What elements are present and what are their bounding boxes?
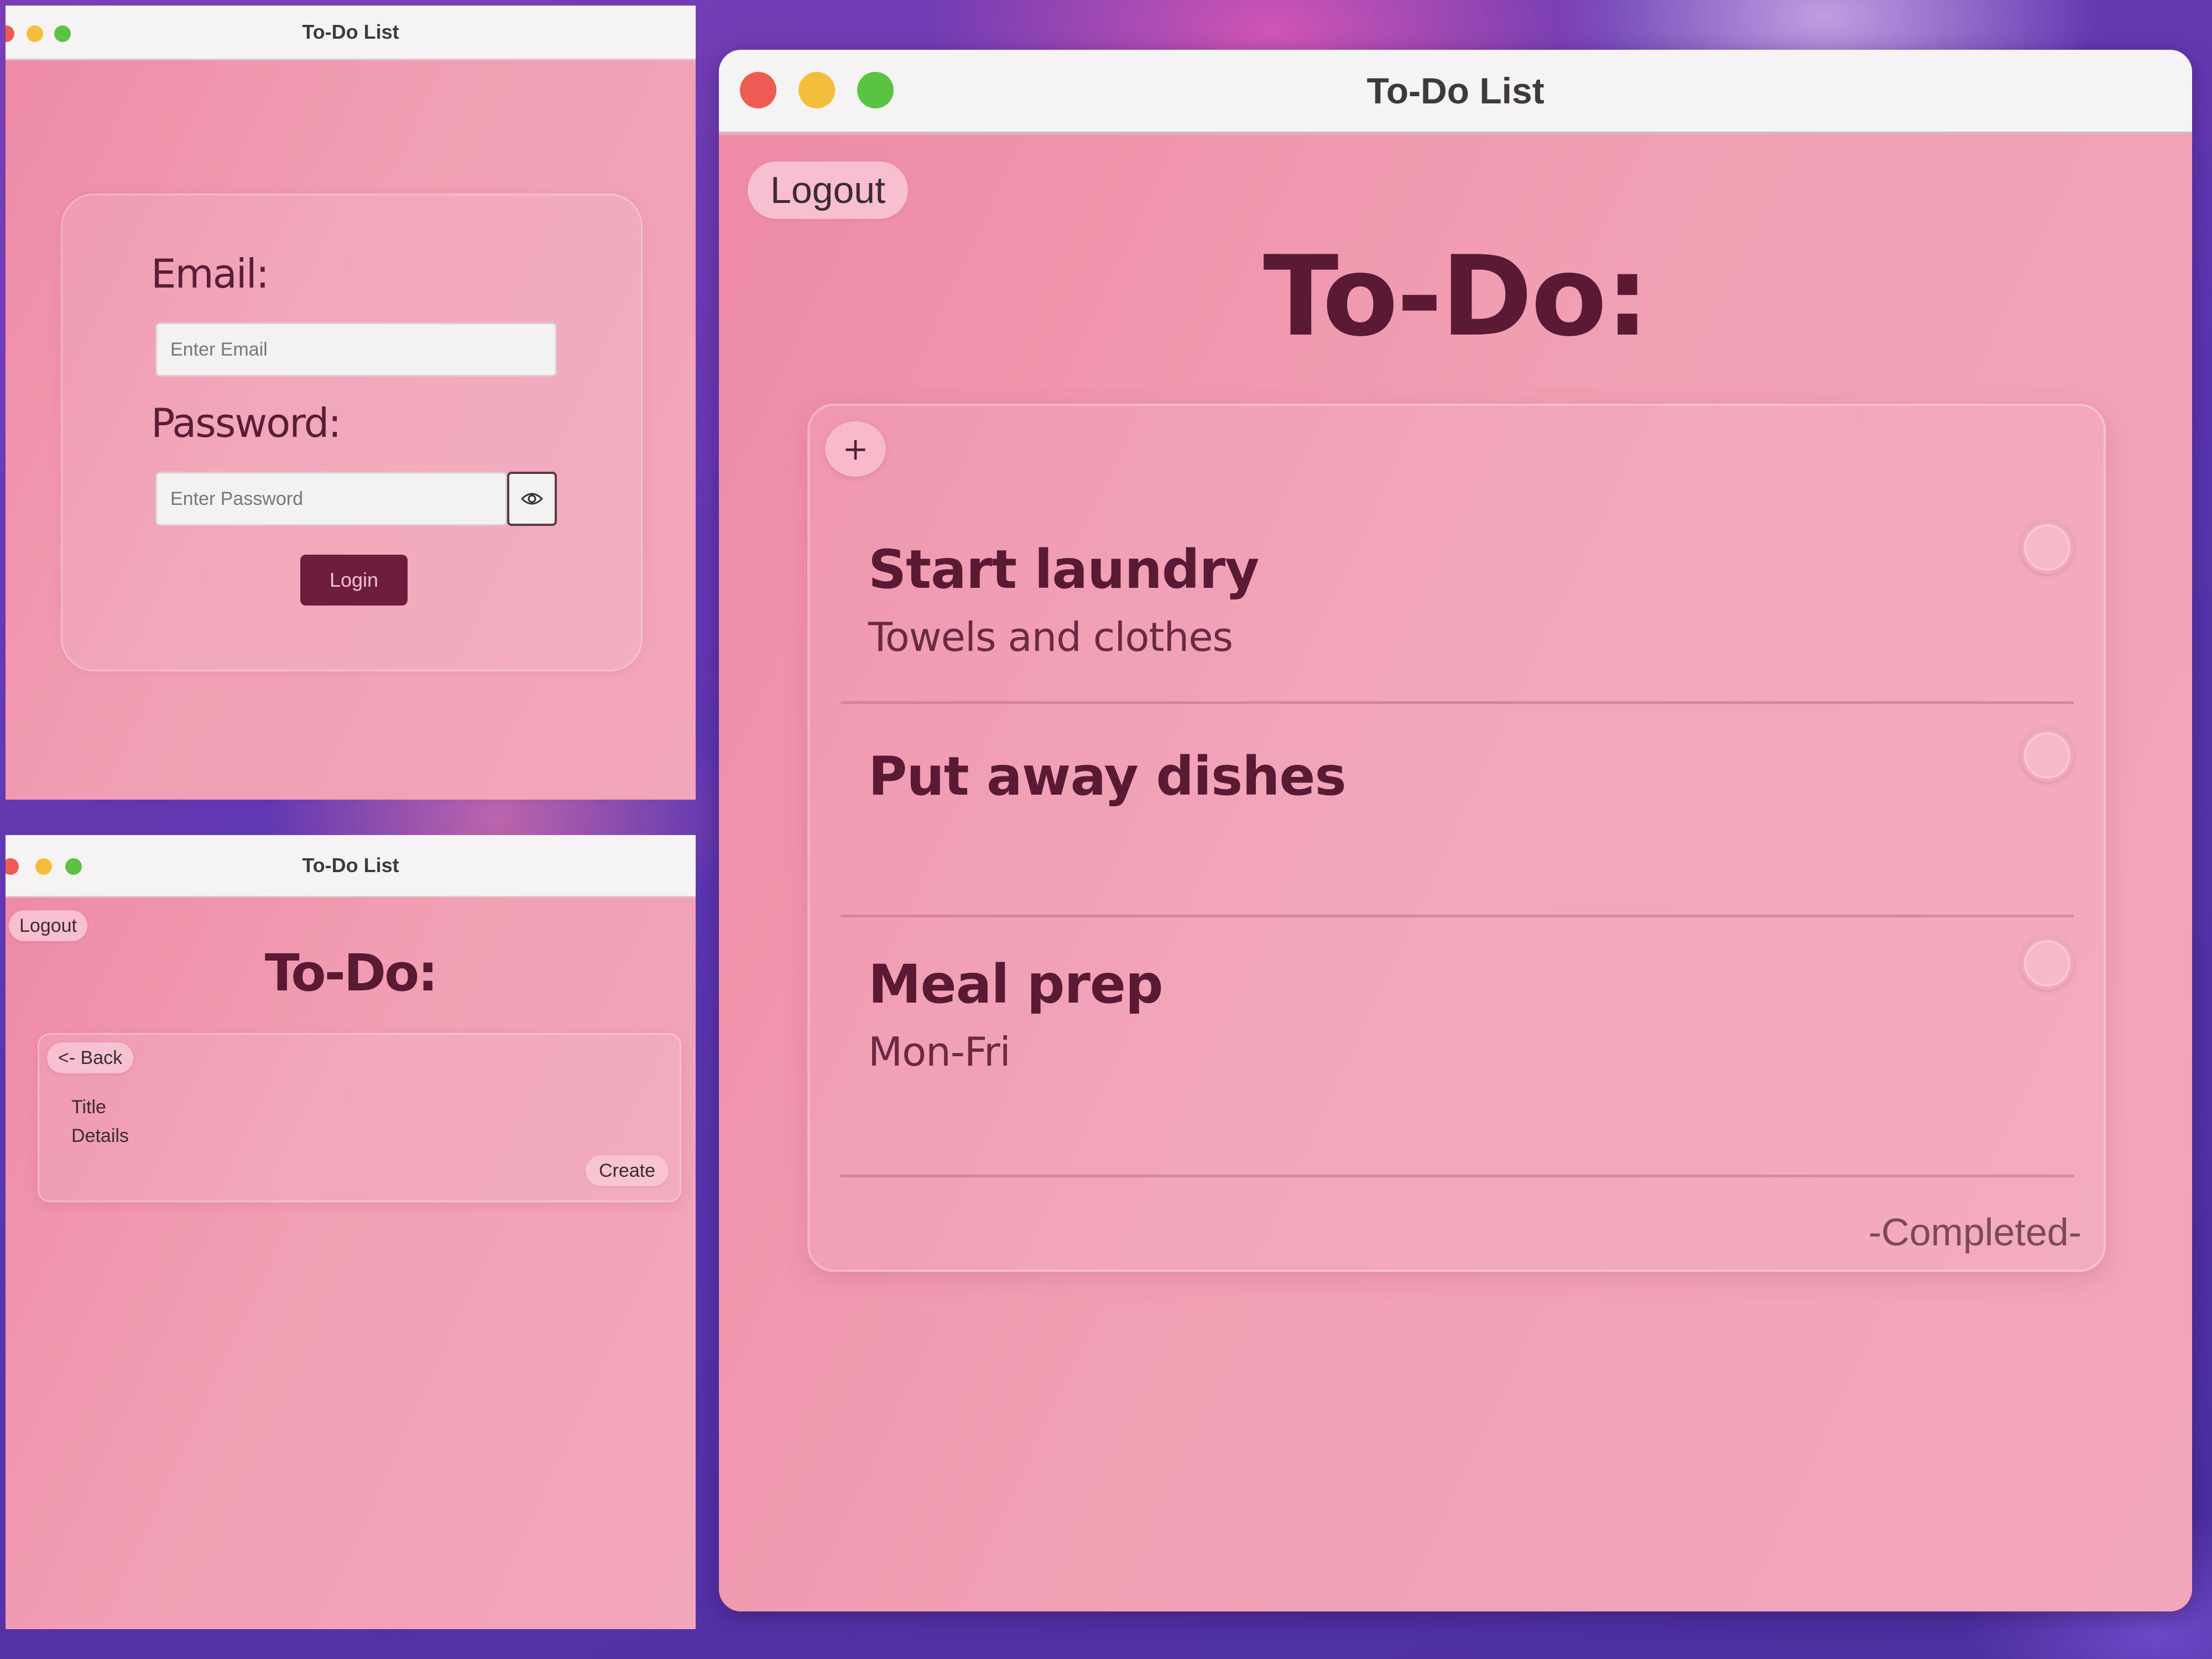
- page-title: To-Do:: [1263, 232, 1650, 361]
- close-window-button[interactable]: [6, 858, 19, 875]
- titlebar: To-Do List: [6, 835, 696, 898]
- completed-section-link[interactable]: -Completed-: [1869, 1210, 2081, 1254]
- zoom-window-button[interactable]: [54, 25, 71, 42]
- task-details: Towels and clothes: [868, 614, 1233, 660]
- titlebar: To-Do List: [719, 50, 2192, 135]
- list-item: Put away dishes: [841, 710, 2074, 920]
- list-item: Start laundry Towels and clothes: [841, 489, 2074, 710]
- zoom-window-button[interactable]: [65, 858, 82, 875]
- divider: [841, 1175, 2074, 1177]
- details-field[interactable]: Details: [71, 1125, 129, 1147]
- email-label: Email:: [151, 251, 269, 297]
- login-form: Email: Enter Email Password: Enter Passw…: [61, 194, 643, 671]
- task-details: Mon-Fri: [868, 1029, 1011, 1075]
- divider: [841, 701, 2074, 704]
- email-field[interactable]: Enter Email: [155, 322, 557, 377]
- titlebar: To-Do List: [6, 6, 696, 60]
- page-title: To-Do:: [264, 943, 438, 1003]
- task-title: Start laundry: [868, 539, 1259, 601]
- eye-icon: [521, 493, 543, 505]
- create-window: To-Do List Logout To-Do: <- Back Title D…: [6, 835, 696, 1629]
- minimize-window-button[interactable]: [35, 858, 52, 875]
- create-button[interactable]: Create: [586, 1155, 669, 1186]
- window-title: To-Do List: [302, 20, 399, 43]
- complete-task-toggle[interactable]: [2021, 937, 2074, 990]
- password-label: Password:: [151, 400, 342, 446]
- minimize-window-button[interactable]: [799, 72, 835, 108]
- task-title: Meal prep: [868, 953, 1164, 1015]
- back-button[interactable]: <- Back: [47, 1042, 133, 1073]
- todo-list-window: To-Do List Logout To-Do: + Start laundry…: [719, 50, 2192, 1611]
- zoom-window-button[interactable]: [857, 72, 894, 108]
- password-field[interactable]: Enter Password: [155, 472, 507, 526]
- show-password-button[interactable]: [507, 472, 557, 526]
- todo-list: + Start laundry Towels and clothes Put a…: [807, 404, 2106, 1272]
- login-window: To-Do List Email: Enter Email Password: …: [6, 6, 696, 800]
- complete-task-toggle[interactable]: [2021, 521, 2074, 574]
- title-field[interactable]: Title: [71, 1097, 106, 1118]
- login-button[interactable]: Login: [300, 555, 408, 606]
- logout-button[interactable]: Logout: [9, 910, 87, 941]
- list-item: Meal prep Mon-Fri: [841, 915, 2074, 1180]
- close-window-button[interactable]: [740, 72, 776, 108]
- logout-button[interactable]: Logout: [748, 161, 908, 219]
- task-title: Put away dishes: [868, 745, 1347, 807]
- complete-task-toggle[interactable]: [2021, 729, 2074, 782]
- close-window-button[interactable]: [6, 25, 14, 42]
- add-task-button[interactable]: +: [825, 421, 886, 477]
- window-title: To-Do List: [1366, 70, 1545, 111]
- window-title: To-Do List: [302, 854, 399, 877]
- minimize-window-button[interactable]: [27, 25, 43, 42]
- create-form: <- Back Title Details Create: [38, 1033, 681, 1202]
